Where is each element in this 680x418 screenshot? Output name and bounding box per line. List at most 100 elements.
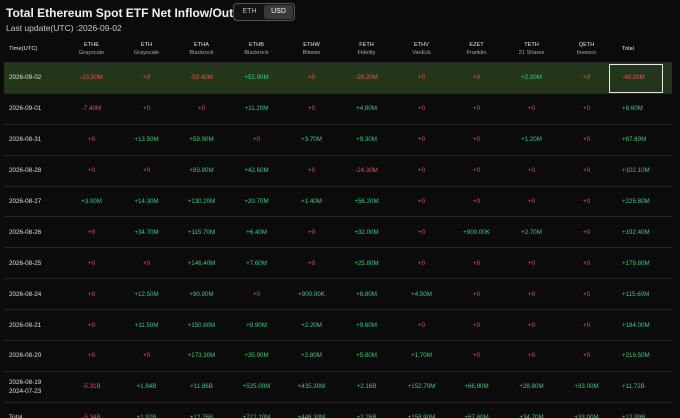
- flow-cell: +0: [307, 228, 316, 236]
- toggle-usd[interactable]: USD: [264, 5, 293, 19]
- flow-cell: +0: [472, 290, 481, 298]
- column-label: EZET: [469, 42, 484, 48]
- flow-cell: +66.90M: [464, 383, 489, 391]
- flow-cell: +83.80M: [189, 167, 214, 175]
- flow-cell: +0: [417, 259, 426, 267]
- column-label: Time(UTC): [9, 45, 38, 52]
- page-header: Total Ethereum Spot ETF Net Inflow/Outfl…: [0, 0, 680, 38]
- table-row[interactable]: 2026-08-26 +0 +34.70M +115.70M +6.40M +0 +32.0…: [4, 217, 672, 249]
- flow-cell: +0: [582, 259, 591, 267]
- table-row[interactable]: 2026-09-01 -7.40M +0 +0 +11.20M +0 +4.80M +0 +0 +…: [4, 94, 672, 125]
- flow-cell: -7.40M: [81, 105, 102, 113]
- flow-cell: +28.80M: [519, 383, 544, 391]
- flow-cell: +59.90M: [189, 136, 214, 144]
- flow-cell: -5.34B: [82, 414, 101, 418]
- flow-cell: +0: [582, 198, 591, 205]
- column-header-time-utc-: Time(UTC): [4, 37, 64, 62]
- flow-cell: -23.50M: [80, 74, 103, 82]
- row-date: 2026-08-21: [9, 321, 42, 329]
- column-label: ETHB: [249, 42, 264, 48]
- row-date: 2026-08-20: [9, 352, 42, 360]
- table-row[interactable]: Total -5.34B +1.92B +12.76B +712.20M +446.30M…: [4, 403, 672, 418]
- row-date: 2026-09-01: [9, 105, 42, 113]
- flow-cell: +0: [307, 167, 316, 175]
- column-header-ethw: ETHW Bitwise: [284, 37, 339, 62]
- flow-cell: +435.30M: [297, 383, 326, 391]
- table-row[interactable]: 2026-08-31 +0 +13.50M +59.90M +0 +3.70M +9.30M…: [4, 125, 672, 156]
- column-label: QETH: [578, 42, 595, 48]
- flow-cell: +14.30M: [134, 198, 159, 205]
- toggle-eth[interactable]: ETH: [235, 5, 264, 19]
- flow-cell: +9.90M: [246, 321, 267, 329]
- flow-cell: +11.50M: [134, 321, 159, 329]
- flow-cell: +3.70M: [301, 136, 322, 144]
- flow-cell: +712.20M: [242, 414, 271, 418]
- flow-cell: +1.84B: [136, 383, 157, 391]
- flow-cell: +0: [87, 167, 96, 175]
- flow-cell: +0: [527, 290, 536, 298]
- flow-cell: +446.30M: [297, 414, 326, 418]
- flow-cell: +56.20M: [354, 198, 379, 205]
- table-row[interactable]: 2026-08-19 2024-07-23 -5.31B +1.84B +11.86B +…: [4, 372, 672, 403]
- table-row[interactable]: 2026-08-24 +0 +12.50M +90.90M +0 +900.00K +6.8…: [4, 279, 672, 311]
- row-date: 2026-08-19 2024-07-23: [4, 378, 64, 396]
- flow-cell: +5.80M: [356, 352, 377, 360]
- column-label: ETHV: [414, 42, 429, 48]
- flow-cell: +0: [87, 290, 96, 298]
- flow-cell: +0: [307, 259, 316, 267]
- flow-cell: +34.70M: [134, 228, 159, 236]
- column-issuer: Blackrock: [189, 49, 214, 56]
- row-total-cell: +225.80M: [622, 198, 650, 205]
- flow-cell: +0: [527, 105, 536, 113]
- flow-cell: +0: [472, 105, 481, 113]
- row-date-end: 2024-07-23: [9, 387, 42, 395]
- column-header-ethv: ETHV VanEck: [394, 37, 449, 62]
- etf-flow-table: Time(UTC) ETHE Grayscale ETH Grayscale ETHA Bl…: [4, 37, 672, 418]
- flow-cell: +33.00M: [574, 414, 599, 418]
- flow-cell: +1.40M: [301, 198, 322, 205]
- table-row[interactable]: 2026-08-28 +0 +0 +83.80M +42.60M +0 -24.30M +0 +…: [4, 156, 672, 187]
- flow-cell: +52.90M: [244, 74, 269, 82]
- flow-cell: +9.30M: [356, 136, 377, 144]
- row-total-cell: +192.40M: [622, 228, 650, 236]
- flow-cell: +12.76B: [189, 414, 214, 418]
- flow-cell: +0: [417, 136, 426, 144]
- flow-cell: +0: [527, 198, 536, 205]
- flow-cell: +2.00M: [521, 74, 542, 82]
- table-row[interactable]: 2026-09-02 -23.50M +0 -53.40M +52.90M +0 -26.2…: [4, 63, 672, 94]
- flow-cell: +1.92B: [136, 414, 157, 418]
- flow-cell: +146.40M: [187, 259, 216, 267]
- row-date: 2026-08-25: [9, 259, 42, 267]
- column-issuer: Grayscale: [78, 49, 105, 56]
- row-total-cell: +8.60M: [622, 105, 643, 113]
- column-issuer: VanEck: [412, 49, 431, 56]
- flow-cell: +0: [472, 74, 481, 82]
- flow-cell: +0: [417, 321, 426, 329]
- row-date: 2026-08-26: [9, 228, 42, 236]
- table-row[interactable]: 2026-08-20 +0 +0 +173.30M +35.90M +2.80M +5.80…: [4, 341, 672, 372]
- column-header-total: Total: [614, 37, 672, 62]
- unit-toggle[interactable]: ETH USD: [233, 3, 295, 21]
- row-date: Total: [9, 414, 23, 418]
- last-update: Last update(UTC) :2026-09-02: [6, 23, 122, 33]
- flow-cell: +0: [142, 167, 151, 175]
- flow-cell: +1.20M: [521, 136, 542, 144]
- column-label: ETHW: [303, 42, 320, 48]
- table-row[interactable]: 2026-08-27 +3.00M +14.30M +130.20M +20.70M +1…: [4, 187, 672, 218]
- flow-cell: +3.00M: [81, 198, 102, 205]
- column-issuer: Blackrock: [244, 49, 269, 56]
- column-header-etha: ETHA Blackrock: [174, 37, 229, 62]
- flow-cell: +0: [472, 352, 481, 360]
- table-row[interactable]: 2026-08-25 +0 +0 +146.40M +7.60M +0 +25.80M +0 +…: [4, 248, 672, 280]
- column-header-ethe: ETHE Grayscale: [64, 37, 119, 62]
- flow-cell: +42.60M: [244, 167, 269, 175]
- flow-cell: +0: [582, 290, 591, 298]
- table-row[interactable]: 2026-08-21 +0 +11.50M +150.80M +9.90M +2.20M +…: [4, 310, 672, 342]
- flow-cell: +4.80M: [356, 105, 377, 113]
- flow-cell: +0: [252, 136, 261, 144]
- flow-cell: +152.70M: [407, 383, 436, 391]
- column-header-ezet: EZET Franklin: [449, 37, 504, 62]
- flow-cell: +0: [582, 352, 591, 360]
- flow-cell: +0: [417, 74, 426, 82]
- flow-cell: +2.70M: [521, 228, 542, 236]
